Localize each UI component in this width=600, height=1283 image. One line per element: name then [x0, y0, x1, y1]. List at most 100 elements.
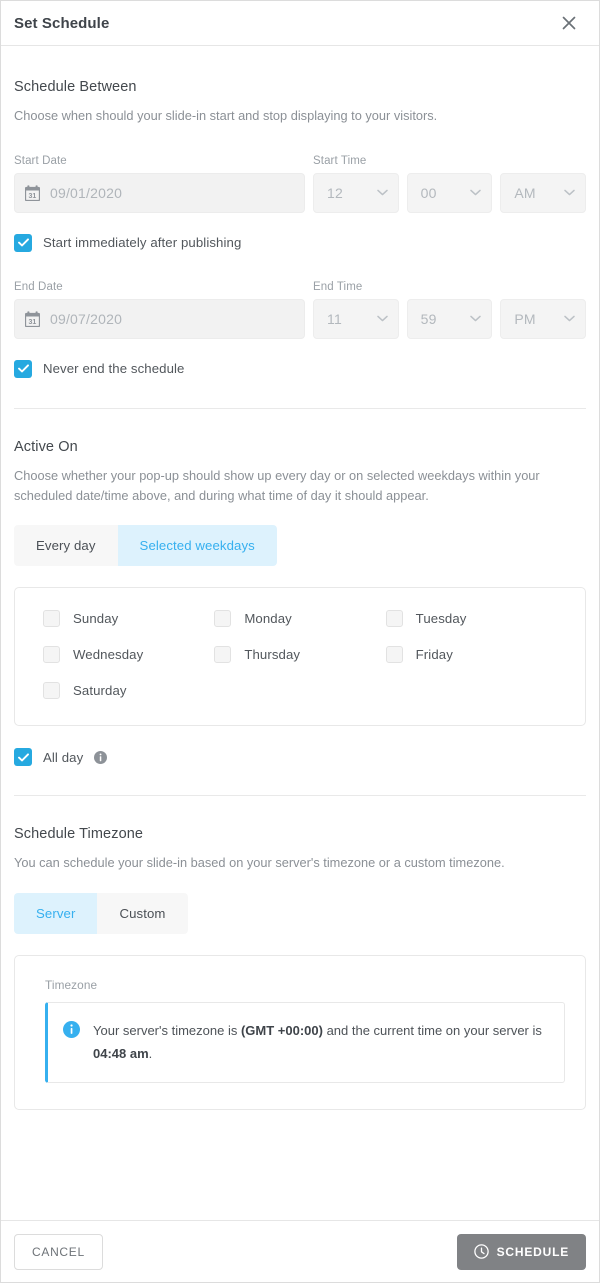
end-date-time-row: End Date 31 09/07/2020 End Time 11 59 PM [14, 280, 587, 339]
tab-selected-weekdays[interactable]: Selected weekdays [117, 525, 277, 567]
weekday-item-thursday[interactable]: Thursday [214, 646, 385, 664]
cancel-button[interactable]: CANCEL [14, 1233, 103, 1270]
weekday-checkbox-friday[interactable] [385, 646, 403, 664]
weekday-label-thursday: Thursday [244, 647, 301, 663]
info-icon[interactable] [94, 750, 108, 764]
end-hour-value: 11 [327, 310, 342, 327]
end-time-group: End Time 11 59 PM [313, 280, 587, 339]
close-icon[interactable] [557, 11, 581, 35]
svg-text:31: 31 [29, 193, 37, 200]
start-time-selects: 12 00 AM [313, 172, 587, 213]
timezone-notice: Your server's timezone is (GMT +00:00) a… [45, 1002, 565, 1084]
weekday-label-sunday: Sunday [73, 611, 119, 627]
clock-icon [473, 1244, 489, 1259]
end-minute-select[interactable]: 59 [406, 298, 493, 339]
weekday-checkbox-monday[interactable] [214, 610, 232, 628]
weekday-checkbox-saturday[interactable] [43, 682, 60, 700]
end-time-label: End Time [313, 280, 363, 293]
chevron-down-icon [564, 315, 575, 322]
notice-text-part2: and the current time on your server is [322, 1023, 542, 1039]
never-end-label: Never end the schedule [43, 361, 185, 377]
schedule-between-section: Schedule Between Choose when should your… [14, 46, 587, 378]
chevron-down-icon [470, 315, 482, 322]
set-schedule-modal: Set Schedule Schedule Between Choose whe… [0, 0, 600, 1283]
modal-footer: CANCEL SCHEDULE [1, 1220, 599, 1282]
timezone-field-label: Timezone [45, 978, 98, 993]
weekday-selection-card: Sunday Monday Tuesday Wednesday Thursday… [14, 587, 586, 727]
chevron-down-icon [376, 315, 388, 322]
schedule-timezone-section: Schedule Timezone You can schedule your … [14, 796, 586, 1111]
tab-every-day[interactable]: Every day [14, 525, 118, 567]
timezone-card: Timezone Your server's timezone is (GMT … [14, 955, 586, 1111]
weekday-label-friday: Friday [415, 647, 453, 663]
start-date-value: 09/01/2020 [50, 184, 123, 201]
info-circle-icon [63, 1021, 80, 1039]
start-time-group: Start Time 12 00 AM [313, 154, 587, 213]
tab-custom[interactable]: Custom [97, 893, 188, 935]
start-date-input[interactable]: 31 09/01/2020 [14, 172, 305, 213]
all-day-label: All day [43, 749, 84, 765]
weekday-item-friday[interactable]: Friday [385, 646, 557, 664]
schedule-button-label: SCHEDULE [496, 1244, 569, 1259]
start-date-group: Start Date 31 09/01/2020 [14, 155, 305, 213]
weekday-checkbox-sunday[interactable] [43, 610, 60, 628]
weekday-checkbox-thursday[interactable] [214, 646, 232, 664]
notice-gmt-value: (GMT +00:00) [240, 1023, 323, 1039]
end-date-label: End Date [14, 280, 63, 293]
weekday-checkbox-wednesday[interactable] [43, 646, 60, 664]
schedule-timezone-description: You can schedule your slide-in based on … [14, 855, 505, 871]
timezone-tabs: Server Custom [14, 893, 188, 935]
weekday-label-saturday: Saturday [73, 683, 127, 699]
start-hour-select[interactable]: 12 [313, 172, 399, 213]
end-date-value: 09/07/2020 [50, 310, 123, 327]
modal-body: Schedule Between Choose when should your… [1, 46, 599, 1220]
end-date-input[interactable]: 31 09/07/2020 [14, 298, 305, 339]
chevron-down-icon [376, 189, 388, 196]
start-minute-value: 00 [420, 184, 437, 201]
never-end-checkbox[interactable] [14, 359, 32, 378]
start-meridiem-value: AM [514, 184, 536, 201]
page-title: Set Schedule [14, 14, 110, 32]
end-hour-select[interactable]: 11 [313, 298, 399, 339]
weekday-item-sunday[interactable]: Sunday [43, 610, 214, 628]
modal-header: Set Schedule [1, 1, 599, 46]
start-meridiem-select[interactable]: AM [500, 172, 587, 213]
schedule-between-description: Choose when should your slide-in start a… [14, 108, 438, 123]
calendar-icon: 31 [25, 311, 40, 327]
end-date-group: End Date 31 09/07/2020 [14, 281, 305, 339]
timezone-notice-text: Your server's timezone is (GMT +00:00) a… [93, 1020, 546, 1065]
never-end-row[interactable]: Never end the schedule [14, 359, 586, 378]
weekday-checkbox-tuesday[interactable] [385, 610, 403, 628]
notice-time-value: 04:48 am [93, 1045, 149, 1061]
chevron-down-icon [564, 189, 575, 196]
start-hour-value: 12 [327, 184, 343, 201]
start-minute-select[interactable]: 00 [406, 172, 493, 213]
weekday-item-wednesday[interactable]: Wednesday [43, 646, 214, 664]
weekday-item-saturday[interactable]: Saturday [43, 682, 214, 700]
end-meridiem-value: PM [514, 310, 536, 327]
weekday-grid: Sunday Monday Tuesday Wednesday Thursday… [43, 610, 557, 700]
all-day-checkbox[interactable] [14, 748, 32, 767]
weekday-item-tuesday[interactable]: Tuesday [385, 610, 557, 628]
chevron-down-icon [470, 189, 482, 196]
start-date-time-row: Start Date 31 09/01/2020 Start Time 12 0… [14, 154, 587, 213]
start-immediately-label: Start immediately after publishing [43, 235, 242, 251]
weekday-label-monday: Monday [244, 611, 292, 627]
schedule-between-title: Schedule Between [14, 79, 137, 95]
tab-server[interactable]: Server [14, 893, 98, 935]
schedule-timezone-title: Schedule Timezone [14, 826, 144, 843]
weekday-item-monday[interactable]: Monday [214, 610, 385, 628]
start-time-label: Start Time [313, 154, 367, 167]
schedule-button[interactable]: SCHEDULE [456, 1233, 586, 1270]
start-immediately-row[interactable]: Start immediately after publishing [14, 233, 586, 252]
calendar-icon: 31 [25, 185, 40, 201]
active-on-section: Active On Choose whether your pop-up sho… [14, 409, 586, 767]
notice-text-part1: Your server's timezone is [93, 1023, 241, 1039]
start-date-label: Start Date [14, 154, 67, 167]
all-day-row[interactable]: All day [14, 748, 586, 767]
start-immediately-checkbox[interactable] [14, 233, 32, 252]
end-minute-value: 59 [420, 310, 437, 327]
svg-text:31: 31 [29, 319, 37, 326]
weekday-label-tuesday: Tuesday [415, 611, 467, 627]
end-meridiem-select[interactable]: PM [500, 298, 587, 339]
